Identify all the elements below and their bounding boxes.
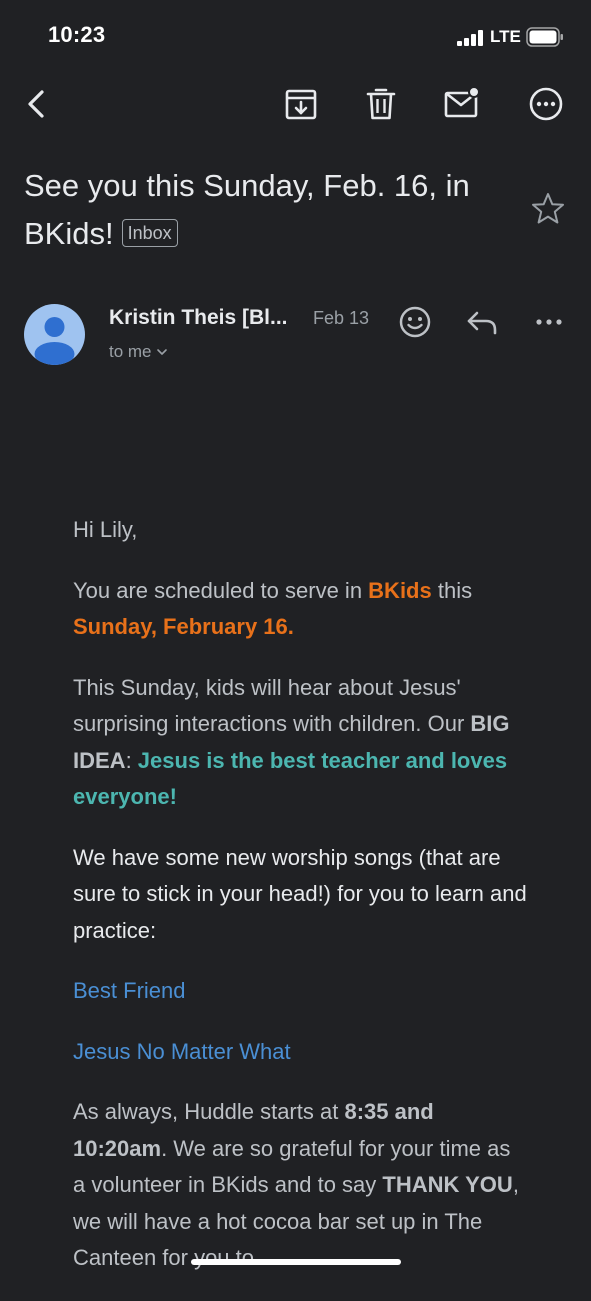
ministry-name: BKids <box>368 577 432 603</box>
inbox-label-badge[interactable]: Inbox <box>121 218 178 247</box>
recipient-details[interactable]: to me <box>109 342 168 362</box>
lesson-text: This Sunday, kids will hear about Jesus'… <box>73 674 471 737</box>
schedule-date: Sunday, February 16. <box>73 614 294 639</box>
thank-you-text: THANK YOU <box>382 1172 513 1197</box>
star-icon[interactable] <box>530 191 566 227</box>
sender-avatar[interactable] <box>24 304 85 365</box>
emoji-reaction-icon[interactable] <box>396 303 434 341</box>
more-options-icon[interactable] <box>526 84 566 124</box>
archive-icon[interactable] <box>281 84 321 124</box>
huddle-paragraph: As always, Huddle starts at 8:35 and 10:… <box>73 1094 528 1277</box>
song-link-paragraph-2: Jesus No Matter What <box>73 1034 528 1071</box>
chevron-down-icon <box>157 349 168 355</box>
schedule-paragraph: You are scheduled to serve in BKids this… <box>73 573 528 646</box>
person-icon <box>34 317 75 365</box>
battery-icon <box>526 27 563 47</box>
network-type: LTE <box>490 27 521 46</box>
reply-icon[interactable] <box>464 306 500 340</box>
songs-paragraph: We have some new worship songs (that are… <box>73 844 527 943</box>
mark-unread-icon[interactable] <box>441 84 481 124</box>
subject-text: See you this Sunday, Feb. 16, in BKids! <box>24 168 470 251</box>
back-icon[interactable] <box>18 84 58 124</box>
big-idea-text: Jesus is the best teacher and loves ever… <box>73 747 508 810</box>
cellular-signal-icon <box>457 30 483 46</box>
email-subject: See you this Sunday, Feb. 16, in BKids! I… <box>24 162 504 258</box>
song-link-best-friend[interactable]: Best Friend <box>73 978 186 1003</box>
trash-icon[interactable] <box>361 84 401 124</box>
song-link-paragraph-1: Best Friend <box>73 973 528 1010</box>
greeting: Hi Lily, <box>73 517 138 542</box>
big-idea-paragraph: This Sunday, kids will hear about Jesus'… <box>73 670 528 816</box>
song-link-jesus-no-matter-what[interactable]: Jesus No Matter What <box>73 1039 291 1064</box>
schedule-text: You are scheduled to serve in <box>73 577 369 603</box>
huddle-text: As always, Huddle starts at <box>73 1099 345 1124</box>
sender-name[interactable]: Kristin Theis [Bl... <box>109 306 288 330</box>
status-time: 10:23 <box>48 22 106 47</box>
email-date: Feb 13 <box>313 308 370 328</box>
email-body: Hi Lily, You are scheduled to serve in B… <box>73 512 528 1301</box>
home-indicator[interactable] <box>191 1259 401 1265</box>
recipient-text: to me <box>109 342 152 361</box>
more-icon[interactable] <box>534 310 564 334</box>
schedule-text-2: this <box>431 577 473 603</box>
colon-text: : <box>125 747 138 773</box>
